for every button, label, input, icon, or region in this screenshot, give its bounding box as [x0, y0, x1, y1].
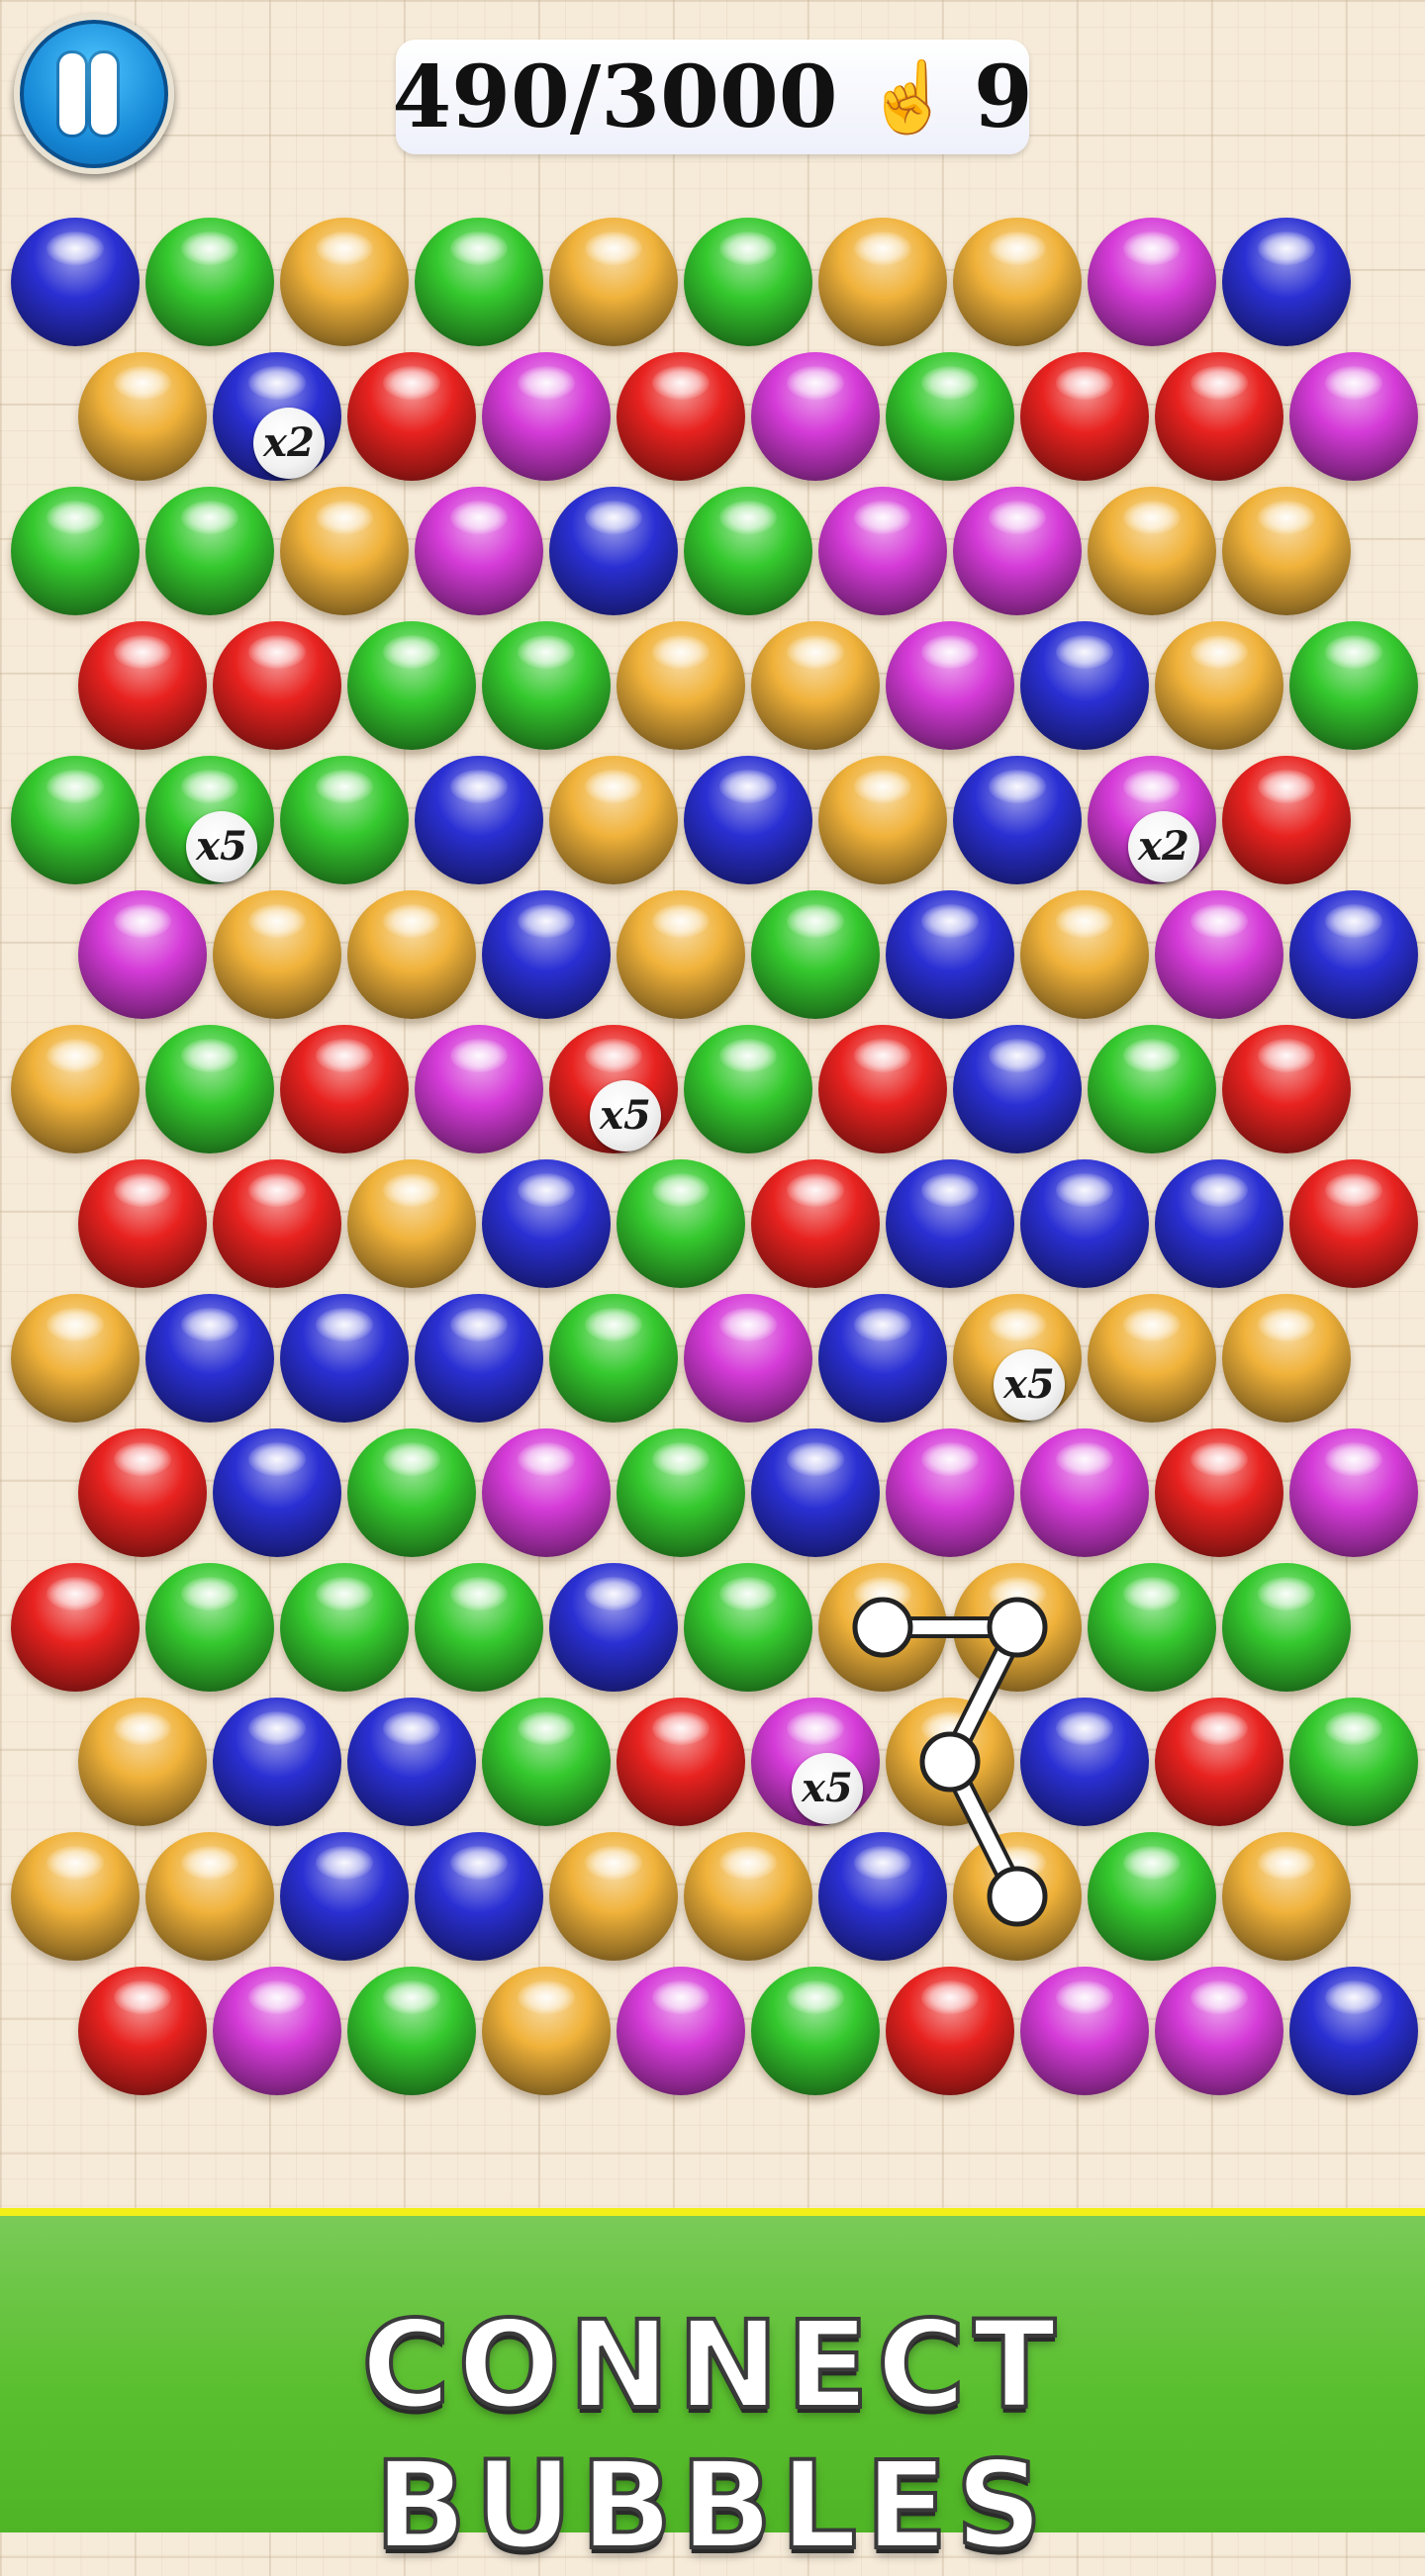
path-node — [919, 1731, 981, 1793]
score-progress: 490/3000 — [392, 46, 838, 147]
path-node — [987, 1866, 1048, 1927]
connection-path — [852, 1597, 1048, 1927]
hand-pointer-icon: ☝ — [865, 55, 952, 138]
banner-title: CONNECT BUBBLES — [359, 2293, 1064, 2576]
pause-icon — [59, 53, 85, 135]
path-node — [852, 1597, 913, 1658]
moves-left: 9 — [973, 46, 1033, 147]
pause-icon-bar — [91, 53, 117, 135]
path-node — [987, 1597, 1048, 1658]
score-panel: 490/3000 ☝ 9 — [392, 40, 1033, 154]
pause-button[interactable] — [14, 14, 174, 174]
